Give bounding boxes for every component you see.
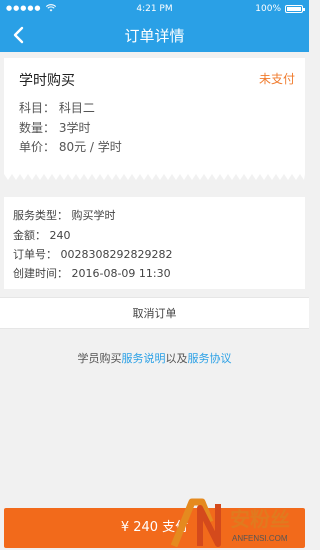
order-summary-card: 学时购买 未支付 科目： 科目二 数量： 3学时 单价： 80元 / 学时 [4, 58, 305, 174]
page-title: 订单详情 [124, 27, 185, 45]
cancel-order-button[interactable]: 取消订单 [0, 297, 309, 329]
notice-prefix: 学员购买 [77, 352, 122, 365]
battery-percent: 100% [255, 4, 281, 14]
watermark-logo: 安粉丝 ANFENSI.COM [170, 498, 290, 548]
watermark-subtext: ANFENSI.COM [232, 534, 288, 543]
unit-price-row: 单价： 80元 / 学时 [19, 140, 122, 154]
subject-row: 科目： 科目二 [19, 101, 95, 115]
status-bar: ●●●●● 4:21 PM 100% [0, 0, 309, 18]
service-description-link[interactable]: 服务说明 [122, 352, 166, 365]
order-type: 学时购买 [19, 73, 75, 89]
navigation-bar: 订单详情 [0, 18, 309, 52]
quantity-row: 数量： 3学时 [19, 121, 91, 135]
zigzag-divider [4, 174, 305, 180]
payment-status-badge: 未支付 [258, 72, 295, 86]
service-type-row: 服务类型： 购买学时 [13, 209, 116, 222]
created-time-row: 创建时间： 2016-08-09 11:30 [13, 267, 171, 280]
watermark-text: 安粉丝 [230, 507, 290, 531]
battery-indicator: 100% [255, 4, 305, 14]
service-agreement-link[interactable]: 服务协议 [188, 352, 232, 365]
order-number-row: 订单号： 0028308292829282 [13, 248, 173, 261]
order-detail-card: 服务类型： 购买学时 金额： 240 订单号： 0028308292829282… [4, 197, 305, 289]
agreement-notice: 学员购买服务说明以及服务协议 [0, 350, 309, 366]
amount-row: 金额： 240 [13, 229, 71, 242]
notice-middle: 以及 [165, 352, 188, 365]
battery-icon [285, 5, 305, 13]
